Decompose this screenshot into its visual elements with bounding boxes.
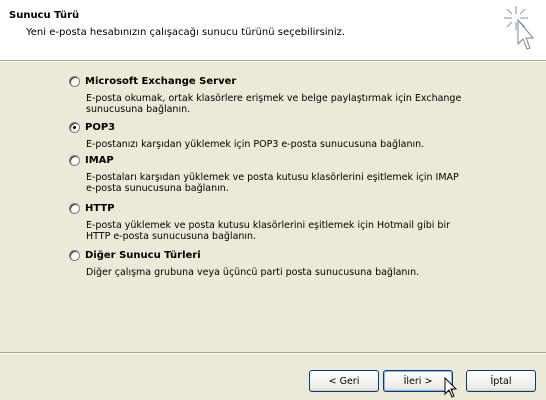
cancel-button[interactable]: İptal bbox=[466, 370, 536, 392]
option-label[interactable]: IMAP bbox=[85, 155, 114, 166]
option-label[interactable]: Diğer Sunucu Türleri bbox=[85, 250, 201, 261]
wizard-sparkle-cursor-icon bbox=[504, 6, 535, 50]
back-button[interactable]: < Geri bbox=[309, 370, 379, 392]
option-imap[interactable]: IMAP E-postaları karşıdan yüklemek ve po… bbox=[69, 153, 489, 194]
option-description: E-posta okumak, ortak klasörlere erişmek… bbox=[86, 93, 462, 115]
radio-other[interactable] bbox=[69, 249, 80, 261]
option-http[interactable]: HTTP E-posta yüklemek ve posta kutusu kl… bbox=[69, 201, 489, 242]
option-description: Diğer çalışma grubuna veya üçüncü parti … bbox=[86, 267, 420, 278]
radio-http[interactable] bbox=[69, 202, 80, 214]
wizard-header: Sunucu Türü Yeni e-posta hesabınızın çal… bbox=[0, 0, 546, 60]
option-description: E-posta yüklemek ve posta kutusu klasörl… bbox=[86, 220, 450, 242]
option-label[interactable]: HTTP bbox=[85, 203, 115, 214]
option-label[interactable]: POP3 bbox=[85, 122, 115, 133]
radio-imap[interactable] bbox=[69, 154, 80, 166]
header-divider-highlight bbox=[0, 61, 546, 62]
next-button[interactable]: İleri > bbox=[383, 370, 453, 392]
radio-pop3[interactable] bbox=[69, 121, 80, 133]
option-other[interactable]: Diğer Sunucu Türleri Diğer çalışma grubu… bbox=[69, 248, 489, 278]
option-label[interactable]: Microsoft Exchange Server bbox=[85, 76, 236, 87]
option-pop3[interactable]: POP3 E-postanızı karşıdan yüklemek için … bbox=[69, 120, 489, 150]
page-subtitle: Yeni e-posta hesabınızın çalışacağı sunu… bbox=[26, 27, 346, 38]
footer-divider-highlight bbox=[0, 353, 546, 354]
page-title: Sunucu Türü bbox=[9, 10, 80, 21]
option-description: E-postanızı karşıdan yüklemek için POP3 … bbox=[86, 139, 425, 150]
radio-exchange[interactable] bbox=[69, 75, 80, 87]
mouse-pointer-icon bbox=[444, 377, 458, 398]
option-description: E-postaları karşıdan yüklemek ve posta k… bbox=[86, 172, 459, 194]
option-exchange[interactable]: Microsoft Exchange Server E-posta okumak… bbox=[69, 74, 489, 115]
